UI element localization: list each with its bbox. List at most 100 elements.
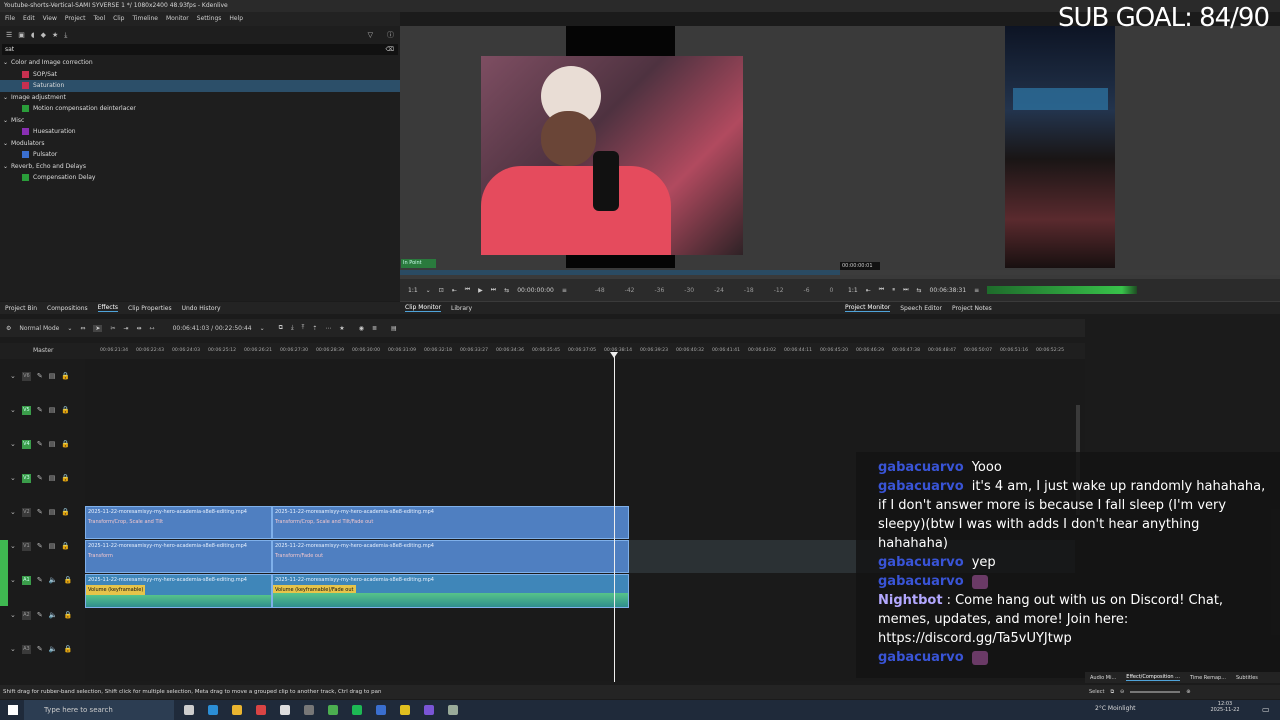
obs-icon[interactable] bbox=[256, 705, 266, 715]
slide-icon[interactable]: ⇿ bbox=[150, 325, 155, 332]
tab-library[interactable]: Library bbox=[451, 305, 472, 312]
kdenlive-icon[interactable] bbox=[376, 705, 386, 715]
add-marker-icon[interactable]: ⋯ bbox=[325, 325, 331, 332]
track-name[interactable]: V1 bbox=[21, 541, 31, 551]
effect-category[interactable]: ⌄ Color and Image correction bbox=[0, 57, 400, 69]
track-header-v6[interactable]: ⌄ V6 ✎ ▤ 🔒 bbox=[0, 359, 85, 393]
set-in-icon[interactable]: ⇤ bbox=[866, 287, 871, 294]
app-icon[interactable] bbox=[280, 705, 290, 715]
edit-icon[interactable]: ✎ bbox=[37, 372, 43, 380]
edit-icon[interactable]: ✎ bbox=[37, 440, 43, 448]
fullscreen-icon[interactable]: ⊡ bbox=[439, 287, 444, 294]
clip-timecode[interactable]: 00:00:00:00 bbox=[517, 287, 554, 294]
track-name[interactable]: A3 bbox=[21, 644, 31, 654]
spotify-icon[interactable] bbox=[352, 705, 362, 715]
effect-item[interactable]: SOP/Sat bbox=[0, 69, 400, 81]
lock-icon[interactable]: 🔒 bbox=[63, 576, 72, 584]
speaker-icon[interactable]: 🔈 bbox=[49, 611, 58, 619]
zoom-in-icon[interactable]: ⊕ bbox=[1186, 689, 1190, 695]
audio-effects-icon[interactable]: ◖ bbox=[31, 31, 35, 39]
tab-audio-mi-[interactable]: Audio Mi... bbox=[1090, 675, 1116, 681]
favorite-icon[interactable]: ★ bbox=[339, 325, 344, 332]
clip-monitor-ruler[interactable] bbox=[400, 270, 840, 275]
edge-icon[interactable] bbox=[208, 705, 218, 715]
film-icon[interactable]: ▤ bbox=[49, 508, 56, 516]
speaker-icon[interactable]: 🔈 bbox=[49, 576, 58, 584]
chevron-down-icon[interactable]: ⌄ bbox=[10, 372, 16, 380]
menu-item-tool[interactable]: Tool bbox=[93, 12, 105, 26]
project-timecode[interactable]: 00:06:38:31 bbox=[930, 287, 967, 294]
chevron-down-icon[interactable]: ⌄ bbox=[260, 325, 265, 332]
effect-category[interactable]: ⌄ Misc bbox=[0, 115, 400, 127]
chevron-down-icon[interactable]: ⌄ bbox=[10, 406, 16, 414]
mixer-icon[interactable]: ≣ bbox=[372, 325, 377, 332]
clock[interactable]: 12:03 2025-11-22 bbox=[1210, 701, 1240, 713]
tab-project-bin[interactable]: Project Bin bbox=[5, 305, 37, 312]
lock-icon[interactable]: 🔒 bbox=[61, 474, 70, 482]
effects-search-input[interactable]: sat ⌫ bbox=[2, 44, 398, 55]
app-icon[interactable] bbox=[304, 705, 314, 715]
custom-effects-icon[interactable]: ◆ bbox=[41, 31, 46, 39]
file-explorer-icon[interactable] bbox=[232, 705, 242, 715]
clip-a1-b[interactable]: 2025-11-22-moresamisyy-my-hero-academia-… bbox=[272, 574, 629, 608]
menu-item-settings[interactable]: Settings bbox=[197, 12, 222, 26]
chevron-down-icon[interactable]: ⌄ bbox=[426, 287, 431, 294]
task-view-icon[interactable] bbox=[184, 705, 194, 715]
pause-icon[interactable]: ⏸ bbox=[892, 286, 895, 294]
chevron-down-icon[interactable]: ⌄ bbox=[10, 611, 16, 619]
tab-compositions[interactable]: Compositions bbox=[47, 305, 88, 312]
chevron-down-icon[interactable]: ⌄ bbox=[3, 138, 8, 150]
skip-forward-icon[interactable]: ⏭ bbox=[903, 286, 908, 294]
clip-v2-a[interactable]: 2025-11-22-moresamisyy-my-hero-academia-… bbox=[85, 506, 272, 539]
subtitle-icon[interactable]: ▤ bbox=[391, 325, 397, 332]
lock-icon[interactable]: 🔒 bbox=[61, 372, 70, 380]
chrome-icon[interactable] bbox=[328, 705, 338, 715]
track-name[interactable]: V6 bbox=[21, 371, 31, 381]
effect-category[interactable]: ⌄ Modulators bbox=[0, 138, 400, 150]
lock-icon[interactable]: 🔒 bbox=[61, 542, 70, 550]
edit-icon[interactable]: ✎ bbox=[37, 508, 43, 516]
film-icon[interactable]: ▤ bbox=[49, 406, 56, 414]
select-tool-icon[interactable]: ➤ bbox=[93, 324, 103, 332]
edit-icon[interactable]: ✎ bbox=[37, 542, 43, 550]
track-header-a3[interactable]: ⌄ A3 ✎ 🔈 🔒 bbox=[0, 632, 85, 666]
chevron-down-icon[interactable]: ⌄ bbox=[10, 474, 16, 482]
clear-search-icon[interactable]: ⌫ bbox=[386, 44, 394, 55]
playhead[interactable] bbox=[614, 352, 615, 682]
clip-v2-b[interactable]: 2025-11-22-moresamisyy-my-hero-academia-… bbox=[272, 506, 629, 539]
film-icon[interactable]: ▤ bbox=[49, 372, 56, 380]
skip-back-icon[interactable]: ⏮ bbox=[465, 286, 470, 294]
play-icon[interactable]: ▶ bbox=[478, 287, 483, 294]
track-header-v3[interactable]: ⌄ V3 ✎ ▤ 🔒 bbox=[0, 461, 85, 495]
menu-item-edit[interactable]: Edit bbox=[23, 12, 35, 26]
edit-icon[interactable]: ✎ bbox=[37, 645, 43, 653]
speaker-icon[interactable]: 🔈 bbox=[49, 645, 58, 653]
notes-icon[interactable] bbox=[400, 705, 410, 715]
tab-speech-editor[interactable]: Speech Editor bbox=[900, 305, 942, 312]
chevron-down-icon[interactable]: ⌄ bbox=[3, 57, 8, 69]
chevron-down-icon[interactable]: ⌄ bbox=[10, 542, 16, 550]
menu-item-timeline[interactable]: Timeline bbox=[132, 12, 158, 26]
effect-item[interactable]: Huesaturation bbox=[0, 126, 400, 138]
track-name[interactable]: A2 bbox=[21, 610, 31, 620]
tab-effect-composition-[interactable]: Effect/Composition ... bbox=[1126, 674, 1180, 681]
effect-item[interactable]: Saturation bbox=[0, 80, 400, 92]
track-name[interactable]: V4 bbox=[21, 439, 31, 449]
menu-icon[interactable]: ≡ bbox=[974, 287, 979, 294]
chevron-down-icon[interactable]: ⌄ bbox=[67, 325, 72, 332]
notifications-icon[interactable]: ▭ bbox=[1262, 705, 1270, 714]
tab-effects[interactable]: Effects bbox=[97, 304, 119, 312]
menu-item-clip[interactable]: Clip bbox=[113, 12, 124, 26]
extract-icon[interactable]: ⇡ bbox=[312, 325, 317, 332]
lock-icon[interactable]: 🔒 bbox=[63, 645, 72, 653]
lock-icon[interactable]: 🔒 bbox=[61, 406, 70, 414]
download-icon[interactable]: ⤓ bbox=[64, 31, 67, 40]
track-name[interactable]: V2 bbox=[21, 507, 31, 517]
menu-item-project[interactable]: Project bbox=[65, 12, 86, 26]
select-tool-label[interactable]: Select bbox=[1089, 689, 1104, 695]
overwrite-icon[interactable]: ⤓ bbox=[291, 324, 294, 332]
slip-icon[interactable]: ⇹ bbox=[137, 325, 142, 332]
project-monitor-ruler[interactable] bbox=[840, 270, 1280, 275]
lift-icon[interactable]: ⤒ bbox=[302, 324, 305, 332]
effect-category[interactable]: ⌄ Image adjustment bbox=[0, 92, 400, 104]
